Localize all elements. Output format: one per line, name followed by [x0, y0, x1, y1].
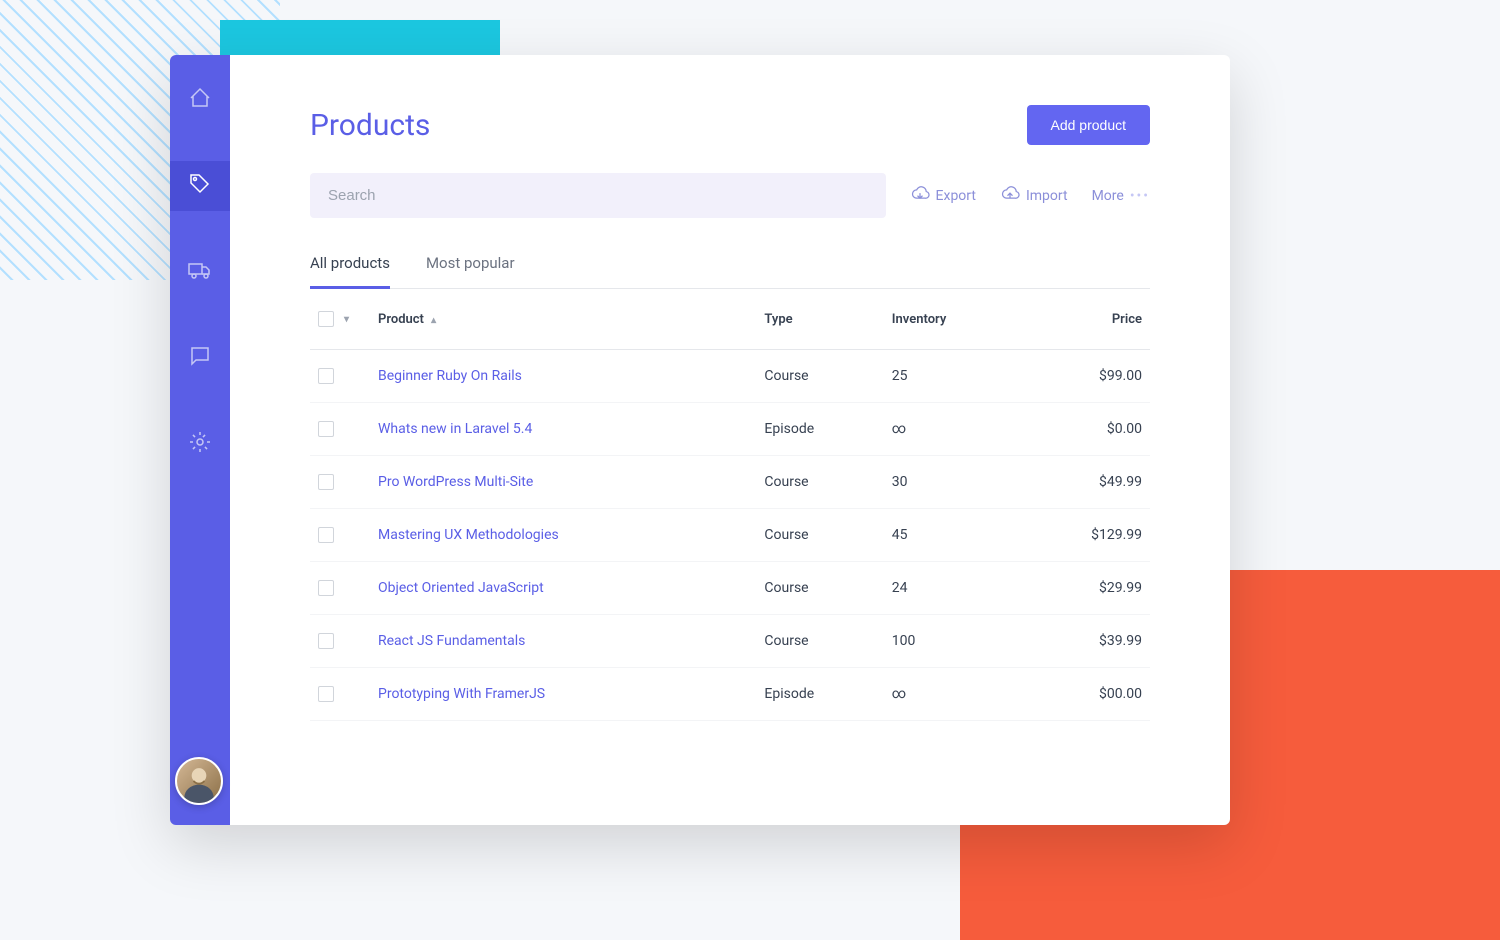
- products-table: ▾ Product ▴ Type Inventory Price Beginne…: [310, 289, 1150, 721]
- table-row: Beginner Ruby On Rails Course 25 $99.00: [310, 350, 1150, 403]
- column-header-price[interactable]: Price: [1020, 289, 1150, 350]
- product-type: Course: [756, 350, 883, 403]
- download-cloud-icon: [910, 184, 930, 208]
- page-header: Products Add product: [310, 105, 1150, 145]
- column-header-inventory[interactable]: Inventory: [884, 289, 1021, 350]
- product-type: Course: [756, 562, 883, 615]
- product-name-link[interactable]: Whats new in Laravel 5.4: [378, 421, 532, 437]
- tab-most-popular[interactable]: Most popular: [426, 242, 515, 289]
- product-type: Episode: [756, 668, 883, 721]
- product-price: $99.00: [1020, 350, 1150, 403]
- product-price: $00.00: [1020, 668, 1150, 721]
- table-row: Mastering UX Methodologies Course 45 $12…: [310, 509, 1150, 562]
- tag-icon: [188, 172, 212, 200]
- product-type: Course: [756, 456, 883, 509]
- table-row: Prototyping With FramerJS Episode ∞ $00.…: [310, 668, 1150, 721]
- row-checkbox[interactable]: [318, 368, 334, 384]
- sidebar: [170, 55, 230, 825]
- more-button[interactable]: More •••: [1092, 188, 1150, 204]
- sort-asc-icon: ▴: [431, 315, 436, 326]
- product-type: Course: [756, 509, 883, 562]
- tab-all-products[interactable]: All products: [310, 242, 390, 289]
- upload-cloud-icon: [1000, 184, 1020, 208]
- table-row: Whats new in Laravel 5.4 Episode ∞ $0.00: [310, 403, 1150, 456]
- page-title: Products: [310, 108, 430, 143]
- row-checkbox[interactable]: [318, 633, 334, 649]
- column-header-product[interactable]: Product ▴: [370, 289, 756, 350]
- product-name-link[interactable]: Prototyping With FramerJS: [378, 686, 545, 702]
- import-label: Import: [1026, 188, 1068, 204]
- export-label: Export: [936, 188, 976, 204]
- truck-icon: [188, 258, 212, 286]
- more-label: More: [1092, 188, 1124, 204]
- main-content: Products Add product Export Import More …: [230, 55, 1230, 825]
- import-button[interactable]: Import: [1000, 184, 1068, 208]
- product-price: $29.99: [1020, 562, 1150, 615]
- product-name-link[interactable]: Pro WordPress Multi-Site: [378, 474, 533, 490]
- product-price: $39.99: [1020, 615, 1150, 668]
- product-type: Course: [756, 615, 883, 668]
- table-row: Object Oriented JavaScript Course 24 $29…: [310, 562, 1150, 615]
- product-type: Episode: [756, 403, 883, 456]
- product-inventory: 30: [884, 456, 1021, 509]
- row-checkbox[interactable]: [318, 527, 334, 543]
- sidebar-item-settings[interactable]: [170, 419, 230, 469]
- chevron-down-icon: ▾: [344, 314, 349, 325]
- more-dots-icon: •••: [1130, 188, 1150, 204]
- row-checkbox[interactable]: [318, 474, 334, 490]
- product-name-link[interactable]: React JS Fundamentals: [378, 633, 525, 649]
- add-product-button[interactable]: Add product: [1027, 105, 1151, 145]
- product-price: $0.00: [1020, 403, 1150, 456]
- row-checkbox[interactable]: [318, 421, 334, 437]
- app-window: Products Add product Export Import More …: [170, 55, 1230, 825]
- table-row: Pro WordPress Multi-Site Course 30 $49.9…: [310, 456, 1150, 509]
- table-row: React JS Fundamentals Course 100 $39.99: [310, 615, 1150, 668]
- row-checkbox[interactable]: [318, 686, 334, 702]
- tabs: All products Most popular: [310, 242, 1150, 289]
- gear-icon: [188, 430, 212, 458]
- row-checkbox[interactable]: [318, 580, 334, 596]
- sidebar-item-home[interactable]: [170, 75, 230, 125]
- product-inventory: 100: [884, 615, 1021, 668]
- search-input[interactable]: [310, 173, 886, 218]
- product-name-link[interactable]: Object Oriented JavaScript: [378, 580, 544, 596]
- sidebar-item-orders[interactable]: [170, 247, 230, 297]
- column-header-type[interactable]: Type: [756, 289, 883, 350]
- chat-icon: [188, 344, 212, 372]
- export-button[interactable]: Export: [910, 184, 976, 208]
- home-icon: [188, 86, 212, 114]
- sidebar-item-products[interactable]: [170, 161, 230, 211]
- product-inventory: 45: [884, 509, 1021, 562]
- product-inventory: ∞: [884, 403, 1021, 456]
- product-inventory: 24: [884, 562, 1021, 615]
- product-name-link[interactable]: Beginner Ruby On Rails: [378, 368, 522, 384]
- toolbar: Export Import More •••: [310, 173, 1150, 218]
- product-price: $129.99: [1020, 509, 1150, 562]
- product-inventory: 25: [884, 350, 1021, 403]
- select-all-checkbox[interactable]: [318, 311, 334, 327]
- product-price: $49.99: [1020, 456, 1150, 509]
- user-avatar[interactable]: [175, 757, 223, 805]
- sidebar-item-messages[interactable]: [170, 333, 230, 383]
- product-inventory: ∞: [884, 668, 1021, 721]
- product-name-link[interactable]: Mastering UX Methodologies: [378, 527, 559, 543]
